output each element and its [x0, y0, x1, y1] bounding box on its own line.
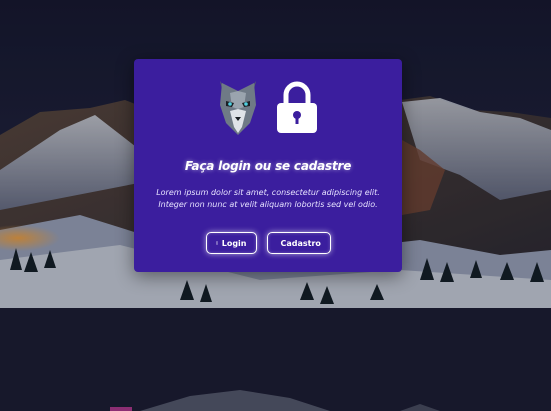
door-icon [215, 241, 218, 245]
auth-modal: Faça login ou se cadastre Lorem ipsum do… [134, 59, 402, 272]
signup-button[interactable]: Cadastro [266, 232, 331, 254]
modal-title: Faça login ou se cadastre [184, 159, 352, 173]
modal-overlay: Faça login ou se cadastre Lorem ipsum do… [0, 0, 551, 411]
login-button-label: Login [221, 238, 247, 248]
signup-button-label: Cadastro [280, 238, 321, 248]
button-row: Login Cadastro [134, 232, 402, 254]
padlock-icon [277, 81, 317, 133]
modal-description: Lorem ipsum dolor sit amet, consectetur … [156, 188, 380, 209]
login-button[interactable]: Login [205, 232, 257, 254]
logo-row [134, 79, 402, 137]
wolf-logo-icon [220, 81, 256, 135]
